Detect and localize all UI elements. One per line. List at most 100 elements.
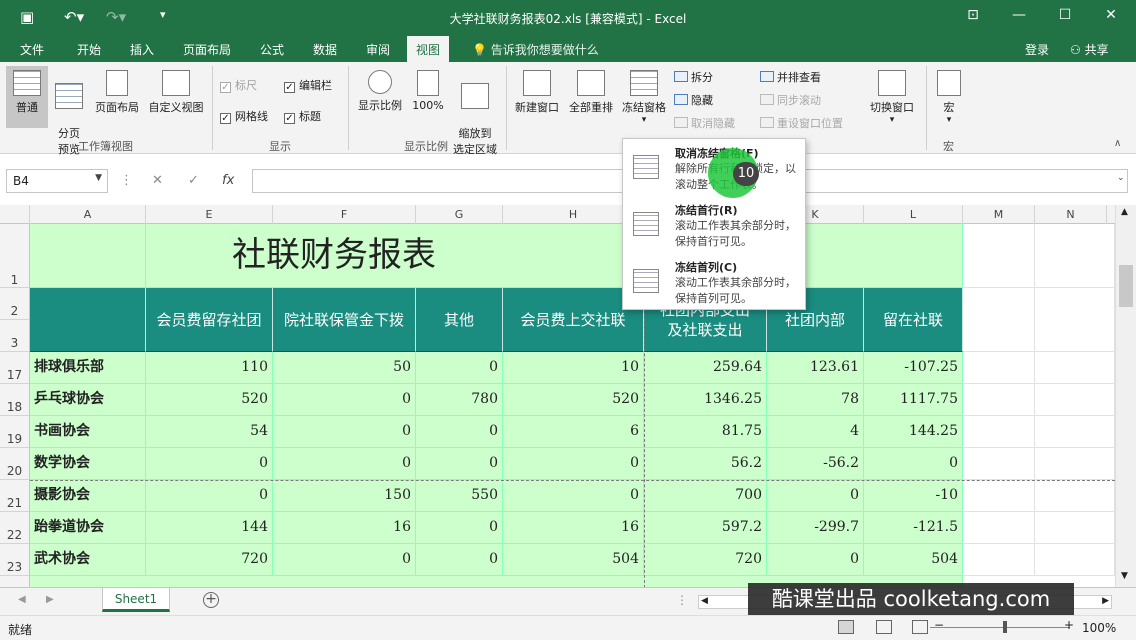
arrange-all-button[interactable]: 全部重排 [565,70,617,115]
vertical-scrollbar[interactable]: ▲ ▼ [1115,205,1136,587]
zoom-slider-knob[interactable] [1003,621,1007,633]
data-cell[interactable]: -299.7 [767,512,864,544]
data-cell[interactable]: 110 [146,352,273,384]
switch-windows-button[interactable]: 切换窗口 ▾ [864,70,920,125]
zoom-button[interactable]: 显示比例 [354,70,406,113]
data-cell[interactable]: 0 [767,480,864,512]
normal-view-icon[interactable] [838,620,854,634]
data-cell[interactable]: 1346.25 [644,384,767,416]
data-cell[interactable]: 0 [273,544,416,576]
row-name-cell[interactable]: 乒乓球协会 [30,384,146,416]
data-cell[interactable]: 0 [416,512,503,544]
data-cell[interactable]: 504 [864,544,963,576]
data-cell[interactable]: 10 [503,352,644,384]
share-button[interactable]: ⚇ 共享 [1066,39,1113,60]
close-icon[interactable]: ✕ [1100,7,1122,23]
new-window-button[interactable]: 新建窗口 [510,70,564,115]
data-cell[interactable]: 81.75 [644,416,767,448]
menu-item-freeze-top-row[interactable]: 冻结首行(R) 滚动工作表其余部分时，保持首行可见。 [623,198,805,254]
header-cell-l[interactable]: 留在社联 [864,288,963,352]
row-name-cell[interactable]: 武术协会 [30,544,146,576]
tab-view[interactable]: 视图 [407,36,450,62]
data-cell[interactable]: 144.25 [864,416,963,448]
empty-cell[interactable] [1035,416,1115,448]
tab-data[interactable]: 数据 [313,41,337,58]
data-cell[interactable]: -10 [864,480,963,512]
sheet-title[interactable]: 社联财务报表 [146,224,963,288]
row-name-cell[interactable]: 跆拳道协会 [30,512,146,544]
row-header-21[interactable]: 21 [0,480,30,512]
split-button[interactable]: 拆分 [674,69,713,85]
data-cell[interactable]: 0 [273,416,416,448]
tell-me-box[interactable]: 💡 告诉我你想要做什么 [472,41,599,58]
worksheet-grid[interactable]: A E F G H J K L M N 1 2 3 17 18 19 20 21… [0,205,1115,587]
name-box[interactable]: B4 ▼ [6,169,108,193]
row-header-18[interactable]: 18 [0,384,30,416]
col-header-l[interactable]: L [864,205,963,224]
data-cell[interactable]: 720 [644,544,767,576]
empty-cell[interactable] [1035,384,1115,416]
empty-cell[interactable] [1035,544,1115,576]
normal-view-button[interactable]: 普通 [6,66,48,128]
headings-checkbox[interactable]: ✓ 标题 [284,108,321,124]
empty-cell[interactable] [963,512,1035,544]
tab-scroll-right-icon[interactable]: ▶ [46,594,54,605]
minimize-icon[interactable]: — [1008,7,1030,23]
data-cell[interactable]: 0 [146,480,273,512]
macros-button[interactable]: 宏 ▾ [932,70,966,125]
row-header-19[interactable]: 19 [0,416,30,448]
data-cell[interactable]: 0 [146,448,273,480]
data-cell[interactable]: 56.2 [644,448,767,480]
row-header-20[interactable]: 20 [0,448,30,480]
data-cell[interactable]: 4 [767,416,864,448]
empty-cell[interactable] [963,448,1035,480]
unhide-button[interactable]: 取消隐藏 [674,115,735,131]
empty-cell[interactable] [1035,480,1115,512]
row-header-17[interactable]: 17 [0,352,30,384]
cancel-icon[interactable]: ✕ [152,173,163,188]
freeze-panes-button[interactable]: 冻结窗格 ▾ [618,70,670,125]
ruler-checkbox[interactable]: ✓ 标尺 [220,77,257,93]
zoom-out-icon[interactable]: − [934,618,944,632]
row-header-23[interactable]: 23 [0,544,30,576]
data-cell[interactable]: 0 [416,352,503,384]
row-header-24[interactable] [0,576,30,587]
data-cell[interactable]: 520 [503,384,644,416]
data-cell[interactable]: 0 [416,448,503,480]
data-cell[interactable]: 597.2 [644,512,767,544]
data-cell[interactable]: 780 [416,384,503,416]
zoom-slider[interactable] [930,627,1070,628]
zoom-100-button[interactable]: 100% [410,70,446,112]
row-header-2[interactable]: 2 [0,288,30,320]
empty-cell[interactable] [1035,512,1115,544]
data-cell[interactable]: 54 [146,416,273,448]
header-cell-e[interactable]: 会员费留存社团 [146,288,273,352]
row-name-cell[interactable]: 排球俱乐部 [30,352,146,384]
formula-bar-checkbox[interactable]: ✓ 编辑栏 [284,77,332,93]
data-cell[interactable]: 50 [273,352,416,384]
empty-cell[interactable] [1035,352,1115,384]
custom-views-button[interactable]: 自定义视图 [145,70,207,115]
scroll-left-icon[interactable]: ◀ [701,596,708,606]
data-cell[interactable]: 504 [503,544,644,576]
cell-m1[interactable] [963,224,1035,288]
row-header-1[interactable]: 1 [0,224,30,288]
col-header-a[interactable]: A [30,205,146,224]
add-sheet-icon[interactable]: + [203,592,219,608]
data-cell[interactable]: 550 [416,480,503,512]
hide-button[interactable]: 隐藏 [674,92,713,108]
data-cell[interactable]: 0 [273,448,416,480]
empty-cell[interactable] [963,416,1035,448]
data-cell[interactable]: 0 [503,448,644,480]
row-name-cell[interactable]: 数学协会 [30,448,146,480]
select-all-corner[interactable] [0,205,30,224]
data-cell[interactable]: 0 [864,448,963,480]
data-cell[interactable]: 0 [416,416,503,448]
scroll-right-icon[interactable]: ▶ [1102,596,1109,606]
data-cell[interactable]: 259.64 [644,352,767,384]
tab-page-layout[interactable]: 页面布局 [183,41,231,58]
view-side-by-side-button[interactable]: 并排查看 [760,69,821,85]
page-layout-view-button[interactable]: 页面布局 [90,70,144,115]
col-header-m[interactable]: M [963,205,1035,224]
data-cell[interactable]: 6 [503,416,644,448]
